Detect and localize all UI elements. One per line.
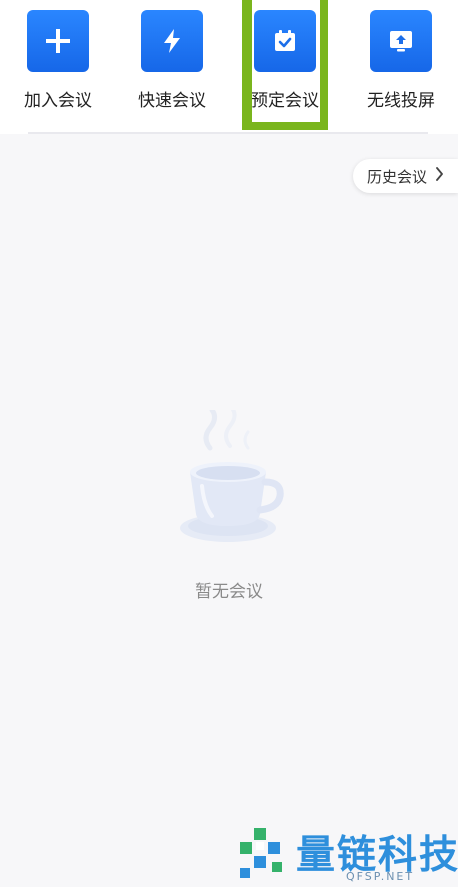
brand-logo-icon bbox=[236, 826, 292, 882]
quick-actions-bar: 加入会议 快速会议 预定会议 无线投屏 bbox=[0, 0, 458, 134]
screen-share-icon bbox=[370, 10, 432, 72]
quick-meeting-label: 快速会议 bbox=[138, 91, 206, 111]
chevron-right-icon bbox=[435, 167, 444, 185]
watermark: 量链科技 QFSP.NET bbox=[236, 822, 458, 887]
empty-state-text: 暂无会议 bbox=[195, 582, 263, 602]
quick-meeting-button[interactable]: 快速会议 bbox=[127, 10, 217, 120]
wireless-cast-button[interactable]: 无线投屏 bbox=[356, 10, 446, 120]
highlight-frame bbox=[242, 0, 328, 130]
brand-site: QFSP.NET bbox=[346, 870, 415, 883]
join-meeting-button[interactable]: 加入会议 bbox=[13, 10, 103, 120]
plus-icon bbox=[27, 10, 89, 72]
wireless-cast-label: 无线投屏 bbox=[367, 91, 435, 111]
history-meetings-label: 历史会议 bbox=[366, 167, 427, 186]
coffee-cup-icon bbox=[170, 406, 290, 560]
lightning-icon bbox=[141, 10, 203, 72]
history-meetings-button[interactable]: 历史会议 bbox=[352, 159, 458, 193]
divider bbox=[28, 132, 428, 134]
join-meeting-label: 加入会议 bbox=[24, 91, 92, 111]
meetings-page: 加入会议 快速会议 预定会议 无线投屏 历史会议 暂无会议 量链科技 QFSP.… bbox=[0, 0, 458, 887]
